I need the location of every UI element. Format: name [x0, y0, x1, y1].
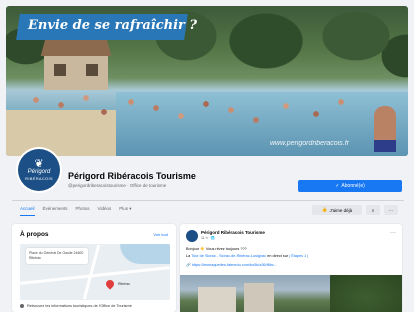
post-avatar[interactable] [186, 230, 198, 242]
cover-banner-text: Envie de se rafraîchir ? [28, 18, 198, 33]
facebook-page: Envie de se rafraîchir ? www.perigordrib… [0, 0, 414, 312]
profile-avatar[interactable]: ❦ Périgord RIBÉRACOIS [16, 147, 62, 193]
post-text-line2: La Tour de Siorac - Siorac-de-Ribérac-Lu… [186, 254, 308, 258]
cover-photo[interactable]: Envie de se rafraîchir ? www.perigordrib… [6, 6, 408, 156]
link-icon: 🔗 [186, 263, 191, 267]
divider [12, 200, 404, 201]
logo-text-2: RIBÉRACOIS [25, 176, 53, 181]
tab-home[interactable]: Accueil [20, 206, 35, 216]
cover-house [34, 34, 118, 92]
page-title: Périgord Ribéracois Tourisme [68, 171, 196, 181]
post-url[interactable]: https://lesmaquettes-fatmedu.com/bo5k/a3… [192, 263, 277, 267]
like-page-button[interactable]: 👍 J'aime déjà [312, 205, 362, 215]
follow-button-label: Abonné(e) [341, 183, 365, 189]
search-button[interactable]: ⌕ [366, 205, 380, 215]
more-icon: ··· [388, 207, 394, 213]
logo: ❦ Périgord RIBÉRACOIS [18, 149, 60, 191]
post-link[interactable]: | Étapes 1 | [289, 254, 308, 258]
post-card: Périgord Ribéracois Tourisme 11 h · 🌐 ··… [180, 224, 402, 312]
map-address: Place du Général De Gaulle 24600 Ribérac [26, 248, 88, 264]
post-image[interactable] [180, 275, 402, 312]
map-river [120, 244, 170, 264]
map-road [20, 266, 170, 285]
cover-swimmer [374, 106, 396, 152]
post-link[interactable]: Tour de Siorac - Siorac-de-Ribérac-Lusig… [191, 254, 266, 258]
cover-signature: www.perigordriberacois.fr [270, 140, 349, 147]
tab-events[interactable]: Événements [43, 206, 68, 216]
post-author[interactable]: Périgord Ribéracois Tourisme [201, 230, 265, 235]
post-text: en direct sur [267, 254, 289, 258]
about-card: À propos Voir tout Place du Général De G… [12, 224, 176, 312]
tab-videos[interactable]: Vidéos [98, 206, 112, 216]
page-subtitle: @perigordriberacoistourisme · Office de … [68, 183, 167, 188]
location-map[interactable]: Place du Général De Gaulle 24600 Ribérac… [20, 244, 170, 300]
see-all-link[interactable]: Voir tout [153, 232, 168, 237]
info-icon [20, 304, 24, 308]
map-pin-icon [104, 278, 116, 290]
leaf-icon: ❦ [34, 158, 44, 170]
more-options-button[interactable]: ··· [384, 205, 398, 215]
post-image-tree [330, 275, 402, 312]
post-image-building [244, 283, 274, 312]
tab-more[interactable]: Plus ▾ [119, 206, 131, 216]
about-info-text: Retrouvez les informations touristiques … [27, 304, 132, 308]
thumbs-up-icon: 👍 [321, 207, 328, 212]
post-more-icon[interactable]: ··· [390, 230, 396, 236]
post-date[interactable]: 11 h · 🌐 [201, 236, 215, 240]
search-icon: ⌕ [371, 207, 375, 213]
follow-button[interactable]: ✓ Abonné(e) [298, 180, 402, 192]
check-icon: ✓ [335, 183, 340, 189]
post-url-line: 🔗 https://lesmaquettes-fatmedu.com/bo5k/… [186, 262, 277, 267]
tab-photos[interactable]: Photos [76, 206, 90, 216]
page-tabs: Accueil Événements Photos Vidéos Plus ▾ [20, 206, 132, 216]
logo-text-1: Périgord [27, 169, 51, 175]
like-page-label: J'aime déjà [329, 207, 353, 213]
about-info-line: Retrouvez les informations touristiques … [20, 304, 132, 308]
post-image-building [198, 287, 236, 312]
post-text-line1: Bonjour ☀️ Vous rêvez toujours ??? [186, 247, 247, 251]
about-title: À propos [20, 231, 49, 238]
post-text: La [186, 254, 191, 258]
map-pin-label: Ribérac [118, 282, 131, 286]
